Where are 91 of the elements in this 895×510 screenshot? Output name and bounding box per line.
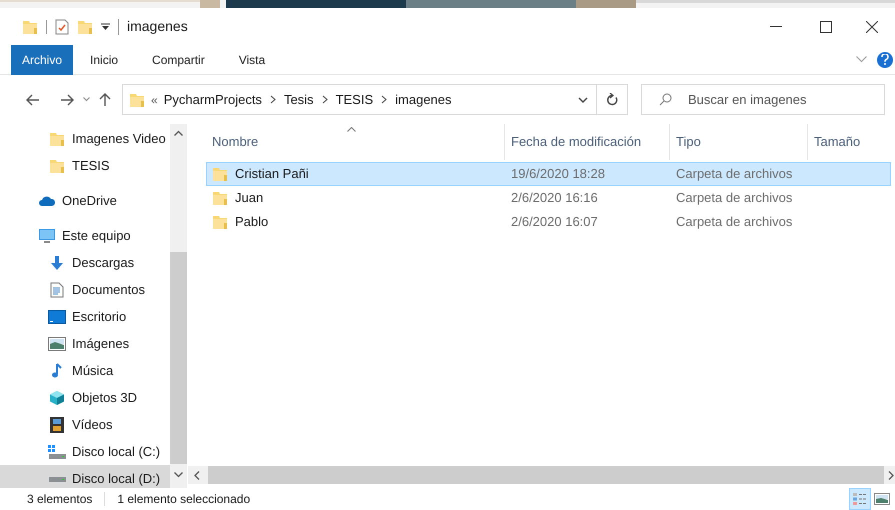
desktop-icon [48, 310, 66, 324]
monitor-icon [38, 228, 56, 244]
file-row[interactable]: Juan 2/6/2020 16:16 Carpeta de archivos [206, 186, 891, 210]
image-icon [874, 493, 890, 505]
modified-date: 2/6/2020 16:07 [510, 213, 599, 232]
column-header[interactable]: Tamaño [808, 124, 895, 160]
address-bar[interactable]: « PycharmProjects Tesis TESIS imagenes [122, 84, 628, 115]
modified-date: 19/6/2020 18:28 [510, 165, 606, 184]
overflow-chevron[interactable]: « [151, 90, 158, 108]
horizontal-scrollbar[interactable] [188, 466, 895, 484]
sidebar-item[interactable]: Disco local (D:) [0, 465, 170, 488]
chevron-right-icon [270, 95, 276, 104]
folder-icon [212, 214, 228, 230]
sidebar-item[interactable]: Objetos 3D [0, 384, 170, 411]
film-icon [50, 416, 64, 432]
file-type: Carpeta de archivos [675, 213, 794, 232]
sidebar-item[interactable]: Vídeos [0, 411, 170, 438]
up-arrow-icon [99, 92, 111, 106]
search-field[interactable]: Buscar en imagenes [641, 84, 885, 115]
refresh-icon [606, 93, 618, 106]
maximize-icon [820, 20, 832, 32]
sidebar-item[interactable]: OneDrive [0, 187, 170, 214]
back-arrow-icon [26, 94, 40, 106]
sidebar-item[interactable]: Imagenes Video [0, 125, 170, 152]
cube-icon [49, 390, 65, 406]
window-title: imagenes [127, 17, 188, 36]
chevron-down-icon [856, 56, 867, 63]
file-row[interactable]: Pablo 2/6/2020 16:07 Carpeta de archivos [206, 210, 891, 234]
file-name: Pablo [235, 213, 268, 232]
drive-icon [48, 474, 66, 482]
sidebar-item[interactable]: Disco local (C:) [0, 438, 170, 465]
music-note-icon [51, 362, 63, 378]
sidebar-item[interactable]: Descargas [0, 249, 170, 276]
expand-ribbon-button[interactable] [856, 56, 867, 63]
details-list-icon [852, 492, 868, 506]
file-row[interactable]: Cristian Pañi 19/6/2020 18:28 Carpeta de archivos [206, 162, 891, 186]
folder-icon [212, 190, 228, 206]
chevron-right-icon [381, 95, 388, 104]
sidebar-item[interactable]: Escritorio [0, 303, 170, 330]
chevron-down-icon [578, 96, 588, 102]
column-header[interactable]: Tipo [670, 124, 808, 160]
breadcrumb-item[interactable]: TESIS [336, 90, 374, 110]
folder-icon [22, 18, 38, 34]
drive-icon [48, 444, 66, 458]
scroll-left-icon [194, 470, 200, 480]
ribbon-tab[interactable]: Compartir [135, 44, 222, 74]
dropdown-icon [101, 22, 110, 30]
column-header[interactable]: Fecha de modificación [505, 124, 670, 160]
ribbon-tab[interactable]: Archivo [11, 44, 74, 74]
question-mark-icon [881, 54, 889, 65]
down-arrow-icon [49, 254, 65, 270]
ribbon-tab[interactable]: Vista [222, 44, 282, 74]
folder-icon [129, 92, 145, 108]
search-icon [659, 93, 672, 106]
close-icon [866, 20, 878, 32]
sidebar-item[interactable]: TESIS [0, 152, 170, 179]
scroll-right-icon [888, 470, 894, 480]
breadcrumb-item[interactable]: imagenes [395, 90, 452, 110]
minimize-icon [770, 26, 782, 27]
file-type: Carpeta de archivos [675, 189, 794, 208]
folder-icon [49, 130, 65, 146]
file-type: Carpeta de archivos [675, 165, 794, 184]
item-count: 3 elementos [27, 491, 92, 508]
vertical-scrollbar[interactable] [170, 124, 187, 488]
document-icon [50, 282, 64, 298]
sidebar-item[interactable]: Documentos [0, 276, 170, 303]
file-name: Juan [235, 189, 264, 208]
forward-arrow-icon [60, 94, 74, 106]
properties-icon [55, 18, 69, 34]
sidebar-item[interactable]: Música [0, 357, 170, 384]
chevron-down-icon [82, 97, 90, 102]
chevron-right-icon [322, 95, 328, 104]
sidebar-item[interactable]: Este equipo [0, 222, 170, 249]
selection-status: 1 elemento seleccionado [117, 491, 250, 508]
sort-ascending-icon [347, 127, 356, 132]
folder-icon [49, 158, 65, 174]
breadcrumb-item[interactable]: Tesis [284, 90, 314, 110]
folder-icon [77, 18, 93, 34]
details-view-button[interactable] [849, 488, 871, 510]
scroll-down-icon [174, 472, 183, 478]
cloud-icon [38, 194, 56, 206]
modified-date: 2/6/2020 16:16 [510, 189, 599, 208]
breadcrumb-item[interactable]: PycharmProjects [164, 90, 262, 110]
ribbon-tab[interactable]: Inicio [73, 44, 136, 74]
sidebar-item[interactable]: Imágenes [0, 330, 170, 357]
help-button[interactable] [877, 52, 893, 68]
image-icon [48, 336, 66, 350]
folder-icon [212, 166, 228, 182]
column-header[interactable]: Nombre [206, 124, 505, 160]
scroll-up-icon [174, 130, 183, 136]
file-name: Cristian Pañi [235, 165, 309, 184]
